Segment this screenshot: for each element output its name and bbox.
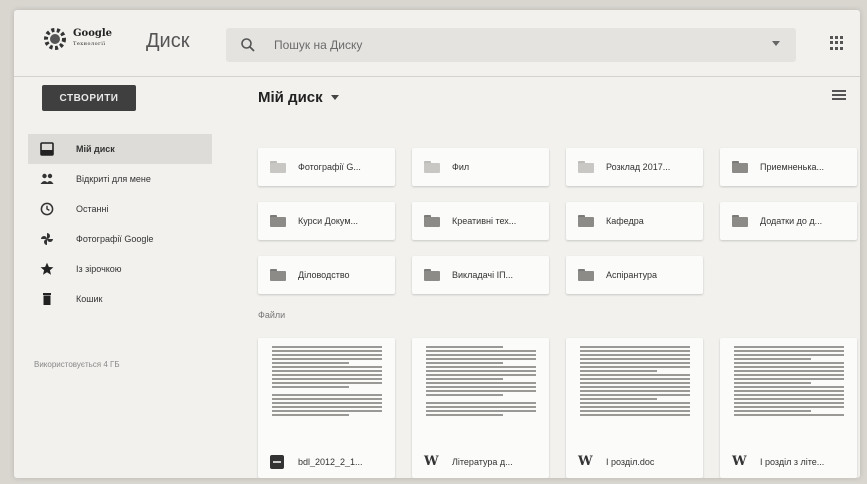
search-options-caret-icon[interactable] [772,41,780,46]
apps-grid-icon[interactable] [830,36,844,50]
star-icon [40,262,54,276]
sidebar-item-label: Відкриті для мене [76,174,151,184]
folder-item[interactable]: Діловодство [258,256,395,294]
folder-icon [732,161,748,173]
file-footer: W І розділ.doc [566,446,703,478]
folder-icon [424,269,440,281]
word-file-icon: W [424,454,439,469]
folder-icon [578,269,594,281]
sidebar-item-label: Із зірочкою [76,264,122,274]
file-footer: bdl_2012_2_1... [258,446,395,478]
create-button[interactable]: СТВОРИТИ [42,85,136,111]
sidebar-item-label: Кошик [76,294,103,304]
folder-icon [424,161,440,173]
folder-icon [270,161,286,173]
document-thumbnail [426,346,536,442]
folder-item[interactable]: Фотографії G... [258,148,395,186]
chevron-down-icon [330,95,339,100]
file-card[interactable]: bdl_2012_2_1... [258,338,395,478]
logo-name: Google [73,28,113,39]
sidebar-item-my-drive[interactable]: Мій диск [28,134,212,164]
gear-logo-icon [40,24,70,54]
file-card[interactable]: W І розділ з літе... [720,338,857,478]
folder-icon [578,161,594,173]
file-name: bdl_2012_2_1... [298,457,363,467]
folder-label: Курси Докум... [298,216,359,226]
search-input[interactable] [274,38,754,52]
drive-window: Google Технології Диск СТВОРИТИ Мій диск [14,10,860,478]
page-title[interactable]: Мій диск [258,89,339,106]
logo-text: Google Технології [73,28,112,50]
folder-icon [270,269,286,281]
shared-people-icon [40,172,54,186]
sidebar: Мій диск Відкриті для мене Останні Фотог… [28,134,212,314]
pdf-file-icon [270,455,284,469]
folder-icon [732,215,748,227]
document-thumbnail [580,346,690,442]
folder-label: Фотографії G... [298,162,361,172]
header-divider [14,76,860,77]
header: Google Технології Диск [14,10,860,74]
folder-item[interactable]: Фил [412,148,549,186]
file-footer: W Література д... [412,446,549,478]
folder-label: Діловодство [298,270,350,280]
sidebar-item-starred[interactable]: Із зірочкою [28,254,212,284]
folder-item[interactable]: Викладачі ІП... [412,256,549,294]
sidebar-item-label: Фотографії Google [76,234,154,244]
page-title-label: Мій диск [258,89,323,106]
clock-icon [40,202,54,216]
folder-label: Кафедра [606,216,644,226]
logo-subtext: Технології [73,41,106,47]
sidebar-item-label: Останні [76,204,109,214]
folder-label: Приемненька... [760,162,824,172]
folder-item[interactable]: Креативні тех... [412,202,549,240]
drive-icon [40,142,54,156]
file-name: І розділ з літе... [760,457,825,467]
trash-icon [40,292,54,306]
folder-icon [578,215,594,227]
folder-item[interactable]: Додатки до д... [720,202,857,240]
folder-icon [424,215,440,227]
folder-item[interactable]: Аспірантура [566,256,703,294]
folder-label: Креативні тех... [452,216,517,226]
word-file-icon: W [732,454,747,469]
sidebar-item-google-photos[interactable]: Фотографії Google [28,224,212,254]
folder-icon [270,215,286,227]
document-thumbnail [272,346,382,442]
sidebar-item-trash[interactable]: Кошик [28,284,212,314]
folder-item[interactable]: Курси Докум... [258,202,395,240]
folder-item[interactable]: Розклад 2017... [566,148,703,186]
sidebar-item-recent[interactable]: Останні [28,194,212,224]
folder-label: Розклад 2017... [606,162,671,172]
word-file-icon: W [578,454,593,469]
file-card[interactable]: W Література д... [412,338,549,478]
sidebar-item-shared[interactable]: Відкриті для мене [28,164,212,194]
folder-item[interactable]: Приемненька... [720,148,857,186]
sidebar-item-label: Мій диск [76,144,115,154]
folder-item[interactable]: Кафедра [566,202,703,240]
folder-label: Викладачі ІП... [452,270,514,280]
file-name: Література д... [452,457,513,467]
search-bar[interactable] [226,28,796,62]
file-name: І розділ.doc [606,457,655,467]
files-section-label: Файли [258,310,286,320]
document-thumbnail [734,346,844,442]
folder-label: Додатки до д... [760,216,823,226]
pinwheel-icon [40,232,54,246]
file-card[interactable]: W І розділ.doc [566,338,703,478]
app-name[interactable]: Диск [146,30,189,53]
storage-usage[interactable]: Використовується 4 ГБ [34,360,120,369]
folder-label: Фил [452,162,470,172]
list-view-icon[interactable] [832,90,846,102]
folder-label: Аспірантура [606,270,657,280]
search-icon[interactable] [240,37,256,53]
brand-logo[interactable]: Google Технології [40,22,112,56]
file-footer: W І розділ з літе... [720,446,857,478]
